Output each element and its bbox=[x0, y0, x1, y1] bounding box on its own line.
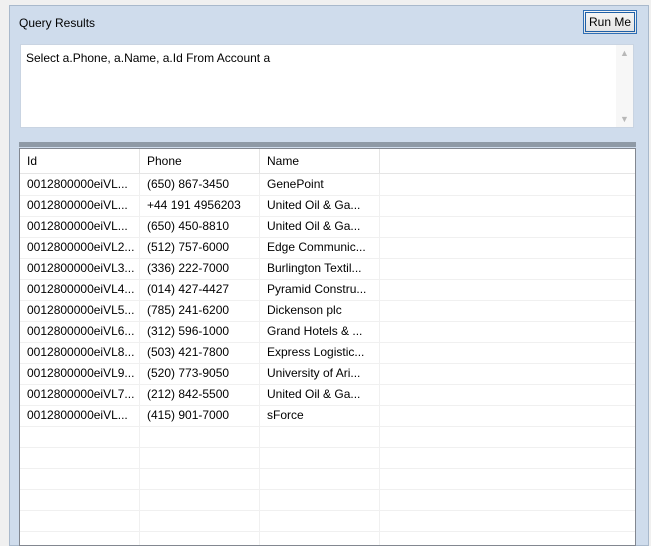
table-cell[interactable]: 0012800000eiVL... bbox=[20, 174, 140, 195]
table-cell[interactable] bbox=[260, 531, 380, 545]
column-header-name[interactable]: Name bbox=[260, 149, 380, 173]
table-cell[interactable]: 0012800000eiVL4... bbox=[20, 279, 140, 300]
scroll-down-icon[interactable]: ▼ bbox=[616, 111, 633, 127]
table-cell[interactable] bbox=[20, 510, 140, 531]
table-cell[interactable]: (650) 867-3450 bbox=[140, 174, 260, 195]
table-cell[interactable] bbox=[140, 489, 260, 510]
table-cell[interactable] bbox=[140, 468, 260, 489]
table-cell[interactable]: (650) 450-8810 bbox=[140, 216, 260, 237]
table-cell[interactable] bbox=[20, 489, 140, 510]
table-row[interactable]: 0012800000eiVL8... (503) 421-7800 Express … bbox=[20, 342, 635, 364]
table-cell[interactable]: United Oil & Ga... bbox=[260, 195, 380, 216]
scroll-up-icon[interactable]: ▲ bbox=[616, 45, 633, 61]
table-cell[interactable]: Express Logistic... bbox=[260, 342, 380, 363]
table-cell[interactable]: 0012800000eiVL7... bbox=[20, 384, 140, 405]
splitter-handle[interactable] bbox=[19, 142, 636, 147]
table-cell[interactable] bbox=[140, 510, 260, 531]
table-cell[interactable]: 0012800000eiVL... bbox=[20, 405, 140, 426]
table-cell[interactable]: United Oil & Ga... bbox=[260, 384, 380, 405]
table-cell[interactable] bbox=[20, 468, 140, 489]
table-cell[interactable] bbox=[260, 489, 380, 510]
table-cell[interactable] bbox=[20, 531, 140, 545]
run-button[interactable]: Run Me bbox=[583, 10, 637, 34]
table-cell[interactable]: (014) 427-4427 bbox=[140, 279, 260, 300]
table-cell[interactable] bbox=[260, 468, 380, 489]
empty-row[interactable] bbox=[20, 489, 635, 511]
empty-row[interactable] bbox=[20, 510, 635, 532]
grid-header: Id Phone Name bbox=[20, 149, 635, 174]
column-header-phone[interactable]: Phone bbox=[140, 149, 260, 173]
table-row[interactable]: 0012800000eiVL3... (336) 222-7000 Burlingt… bbox=[20, 258, 635, 280]
column-header-id[interactable]: Id bbox=[20, 149, 140, 173]
query-text: Select a.Phone, a.Name, a.Id From Accoun… bbox=[26, 51, 271, 65]
table-row[interactable]: 0012800000eiVL5... (785) 241-6200 Dickenso… bbox=[20, 300, 635, 322]
table-cell[interactable]: Burlington Textil... bbox=[260, 258, 380, 279]
table-row[interactable]: 0012800000eiVL2... (512) 757-6000 Edge Com… bbox=[20, 237, 635, 259]
table-cell[interactable] bbox=[20, 426, 140, 447]
table-row[interactable]: 0012800000eiVL... (415) 901-7000 sForce bbox=[20, 405, 635, 427]
empty-row[interactable] bbox=[20, 531, 635, 545]
table-row[interactable]: 0012800000eiVL... (650) 450-8810 United Oi… bbox=[20, 216, 635, 238]
table-cell[interactable]: (503) 421-7800 bbox=[140, 342, 260, 363]
table-row[interactable]: 0012800000eiVL4... (014) 427-4427 Pyramid … bbox=[20, 279, 635, 301]
query-scrollbar[interactable]: ▲ ▼ bbox=[616, 45, 633, 127]
table-cell[interactable] bbox=[140, 447, 260, 468]
table-cell[interactable]: +44 191 4956203 bbox=[140, 195, 260, 216]
table-cell[interactable]: (785) 241-6200 bbox=[140, 300, 260, 321]
table-cell[interactable]: 0012800000eiVL... bbox=[20, 216, 140, 237]
table-cell[interactable]: (312) 596-1000 bbox=[140, 321, 260, 342]
table-cell[interactable]: 0012800000eiVL5... bbox=[20, 300, 140, 321]
table-row[interactable]: 0012800000eiVL6... (312) 596-1000 Grand Ho… bbox=[20, 321, 635, 343]
table-row[interactable]: 0012800000eiVL9... (520) 773-9050 Universi… bbox=[20, 363, 635, 385]
table-cell[interactable]: University of Ari... bbox=[260, 363, 380, 384]
table-cell[interactable]: 0012800000eiVL8... bbox=[20, 342, 140, 363]
empty-row[interactable] bbox=[20, 447, 635, 469]
table-cell[interactable]: 0012800000eiVL6... bbox=[20, 321, 140, 342]
table-cell[interactable] bbox=[140, 426, 260, 447]
table-cell[interactable]: (336) 222-7000 bbox=[140, 258, 260, 279]
table-cell[interactable]: 0012800000eiVL2... bbox=[20, 237, 140, 258]
table-cell[interactable] bbox=[20, 447, 140, 468]
table-row[interactable]: 0012800000eiVL7... (212) 842-5500 United O… bbox=[20, 384, 635, 406]
empty-row[interactable] bbox=[20, 468, 635, 490]
table-cell[interactable]: Dickenson plc bbox=[260, 300, 380, 321]
table-cell[interactable]: Grand Hotels & ... bbox=[260, 321, 380, 342]
table-cell[interactable]: 0012800000eiVL9... bbox=[20, 363, 140, 384]
table-cell[interactable]: GenePoint bbox=[260, 174, 380, 195]
table-cell[interactable] bbox=[140, 531, 260, 545]
table-cell[interactable]: (512) 757-6000 bbox=[140, 237, 260, 258]
table-cell[interactable]: 0012800000eiVL... bbox=[20, 195, 140, 216]
empty-row[interactable] bbox=[20, 426, 635, 448]
table-cell[interactable]: (212) 842-5500 bbox=[140, 384, 260, 405]
table-cell[interactable]: (415) 901-7000 bbox=[140, 405, 260, 426]
table-row[interactable]: 0012800000eiVL... +44 191 4956203 United O… bbox=[20, 195, 635, 217]
table-cell[interactable] bbox=[260, 426, 380, 447]
results-grid: Id Phone Name 0012800000eiVL... (650) 867… bbox=[19, 148, 636, 546]
table-cell[interactable]: Pyramid Constru... bbox=[260, 279, 380, 300]
window-frame-left bbox=[0, 0, 9, 546]
panel-title: Query Results bbox=[19, 16, 96, 30]
table-cell[interactable]: Edge Communic... bbox=[260, 237, 380, 258]
table-cell[interactable]: sForce bbox=[260, 405, 380, 426]
table-row[interactable]: 0012800000eiVL... (650) 867-3450 GenePoint bbox=[20, 174, 635, 196]
query-input[interactable]: Select a.Phone, a.Name, a.Id From Accoun… bbox=[20, 44, 634, 128]
table-cell[interactable] bbox=[260, 510, 380, 531]
table-cell[interactable] bbox=[260, 447, 380, 468]
table-cell[interactable]: United Oil & Ga... bbox=[260, 216, 380, 237]
table-cell[interactable]: (520) 773-9050 bbox=[140, 363, 260, 384]
table-cell[interactable]: 0012800000eiVL3... bbox=[20, 258, 140, 279]
